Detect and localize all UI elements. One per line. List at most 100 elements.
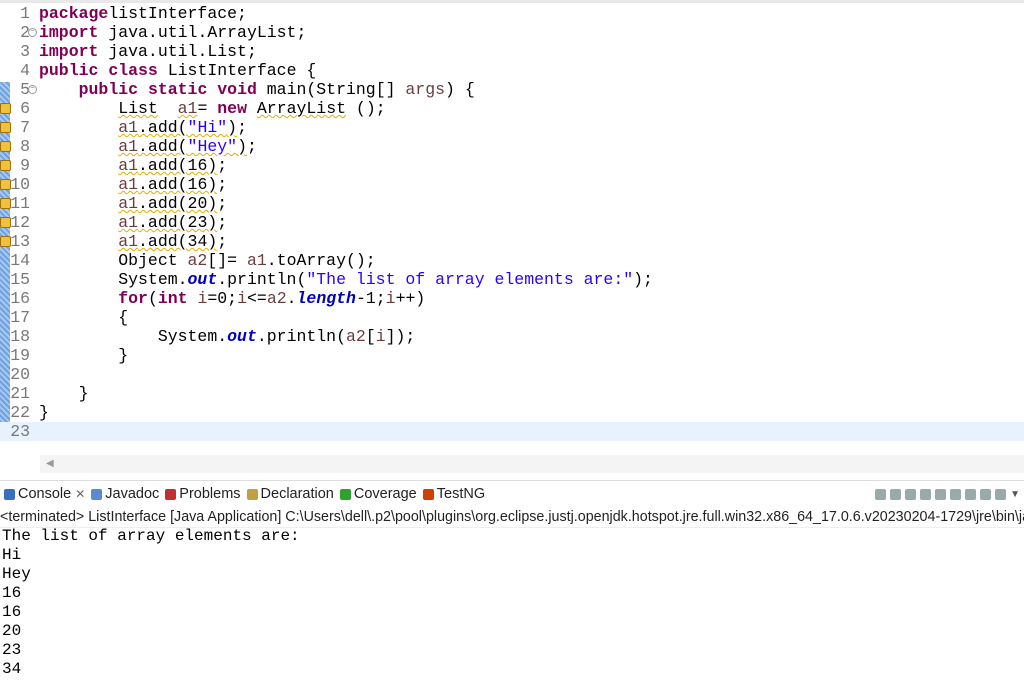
code-line[interactable]: 14 Object a2[]= a1.toArray(); xyxy=(0,251,1024,270)
code-line[interactable]: 23 xyxy=(0,422,1024,441)
code-token: ; xyxy=(237,118,247,137)
code-editor[interactable]: 1 packagelistInterface; 2− import java.util… xyxy=(0,0,1024,473)
code-line[interactable]: 1 packagelistInterface; xyxy=(0,4,1024,23)
code-token: a1 xyxy=(118,137,139,156)
tab-testng[interactable]: TestNG xyxy=(422,481,485,507)
code-line[interactable]: 7 a1.add("Hi"); xyxy=(0,118,1024,137)
tab-label: Declaration xyxy=(260,486,334,502)
line-number: 23 xyxy=(10,422,30,441)
line-number: 5 xyxy=(20,80,30,99)
code-text: } xyxy=(39,403,49,422)
code-line[interactable]: 20 xyxy=(0,365,1024,384)
code-token: a1 xyxy=(118,232,139,251)
code-line[interactable]: 15 System.out.println("The list of array… xyxy=(0,270,1024,289)
code-text: a1.add(34); xyxy=(39,232,227,251)
remove-all-icon[interactable] xyxy=(905,488,917,500)
code-token: .add(20) xyxy=(138,194,218,213)
scroll-lock-icon[interactable] xyxy=(920,488,932,500)
console-line: Hi xyxy=(2,546,22,564)
display-console-icon[interactable] xyxy=(965,488,977,500)
horizontal-scrollbar[interactable]: ◀ xyxy=(40,455,1024,473)
console-output: The list of array elements are: Hi Hey 16 16… xyxy=(2,527,300,679)
tab-problems[interactable]: Problems xyxy=(165,481,241,507)
code-token: out xyxy=(227,327,257,346)
code-line[interactable]: 22} xyxy=(0,403,1024,422)
console-line: 23 xyxy=(2,641,22,659)
code-token: java.util.ArrayList; xyxy=(98,23,307,42)
code-token: void xyxy=(217,80,257,99)
code-token: a1 xyxy=(246,251,267,270)
pin-icon[interactable] xyxy=(950,488,962,500)
code-token: .add( xyxy=(138,118,188,137)
code-line[interactable]: 3 import java.util.List; xyxy=(0,42,1024,61)
code-line[interactable]: 12 a1.add(23); xyxy=(0,213,1024,232)
coverage-icon xyxy=(339,488,351,500)
tab-console[interactable]: Console ✕ xyxy=(4,481,85,507)
code-token: <= xyxy=(247,289,267,308)
code-token: main(String[] xyxy=(256,80,406,99)
code-token: "Hi" xyxy=(187,118,228,137)
terminate-icon[interactable] xyxy=(875,488,887,500)
code-line[interactable]: 11 a1.add(20); xyxy=(0,194,1024,213)
tab-label: Problems xyxy=(179,486,241,502)
javadoc-icon xyxy=(91,488,103,500)
code-token: "The list of array elements are:" xyxy=(306,270,634,289)
line-number: 12 xyxy=(10,213,30,232)
word-wrap-icon[interactable] xyxy=(935,488,947,500)
tab-declaration[interactable]: Declaration xyxy=(246,481,334,507)
code-line[interactable]: 4 public class ListInterface { xyxy=(0,61,1024,80)
code-token: []= xyxy=(207,251,247,270)
code-token: System. xyxy=(39,327,228,346)
code-token: a1 xyxy=(118,156,139,175)
code-line[interactable]: 19 } xyxy=(0,346,1024,365)
view-menu-icon[interactable]: ▼ xyxy=(1010,489,1020,500)
code-text: List a1= new ArrayList (); xyxy=(39,99,386,118)
code-token: a1 xyxy=(177,99,198,118)
code-line[interactable]: 13 a1.add(34); xyxy=(0,232,1024,251)
code-line[interactable]: 9 a1.add(16); xyxy=(0,156,1024,175)
code-token: import xyxy=(39,42,99,61)
code-token: a2 xyxy=(187,251,208,270)
code-line[interactable]: 5− public static void main(String[] args… xyxy=(0,80,1024,99)
close-icon[interactable]: ✕ xyxy=(75,487,85,501)
fold-icon[interactable]: − xyxy=(28,85,37,94)
code-token: ; xyxy=(246,137,257,156)
code-token: .add(34) xyxy=(138,232,218,251)
code-token: (); xyxy=(346,99,386,118)
remove-launch-icon[interactable] xyxy=(890,488,902,500)
code-line[interactable]: 10 a1.add(16); xyxy=(0,175,1024,194)
code-line[interactable]: 18 System.out.println(a2[i]); xyxy=(0,327,1024,346)
code-token: a2 xyxy=(345,327,366,346)
code-line[interactable]: 6 List a1= new ArrayList (); xyxy=(0,99,1024,118)
new-console-icon[interactable] xyxy=(995,488,1007,500)
code-line[interactable]: 16 for(int i=0;i<=a2.length-1;i++) xyxy=(0,289,1024,308)
console-line: 34 xyxy=(2,660,22,678)
code-token: i xyxy=(237,289,247,308)
tab-coverage[interactable]: Coverage xyxy=(339,481,417,507)
line-number: 19 xyxy=(10,346,30,365)
line-number: 18 xyxy=(10,327,30,346)
code-line[interactable]: 8 a1.add("Hey"); xyxy=(0,137,1024,156)
tab-javadoc[interactable]: Javadoc xyxy=(91,481,159,507)
code-token: public xyxy=(78,80,139,99)
code-token: .add(23) xyxy=(138,213,218,232)
code-line[interactable]: 2− import java.util.ArrayList; xyxy=(0,23,1024,42)
open-console-icon[interactable] xyxy=(980,488,992,500)
line-number: 1 xyxy=(20,4,30,23)
code-line[interactable]: 17 { xyxy=(0,308,1024,327)
fold-icon[interactable]: − xyxy=(28,28,37,37)
code-token: ; xyxy=(217,175,228,194)
code-line[interactable]: 21 } xyxy=(0,384,1024,403)
code-token: ) { xyxy=(445,80,475,99)
code-token: i xyxy=(375,327,386,346)
code-token: ListInterface { xyxy=(157,61,317,80)
